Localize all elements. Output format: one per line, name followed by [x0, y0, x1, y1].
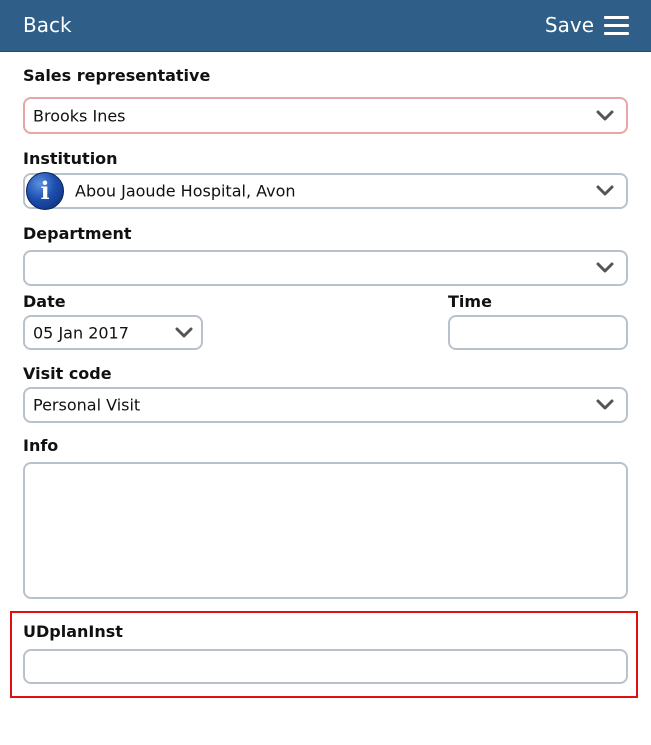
- date-select[interactable]: 05 Jan 2017: [23, 315, 203, 350]
- date-label: Date: [23, 292, 66, 311]
- udplaninst-label: UDplanInst: [23, 622, 123, 641]
- udplaninst-input[interactable]: [23, 649, 628, 684]
- chevron-down-icon: [596, 262, 614, 273]
- visit-code-select[interactable]: Personal Visit: [23, 387, 628, 423]
- top-nav-bar: Back Save: [0, 0, 651, 52]
- date-value: 05 Jan 2017: [33, 323, 129, 342]
- institution-label: Institution: [23, 149, 118, 168]
- chevron-down-icon: [596, 399, 614, 410]
- chevron-down-icon: [596, 185, 614, 196]
- sales-rep-select[interactable]: Brooks Ines: [23, 97, 628, 134]
- institution-select[interactable]: i Abou Jaoude Hospital, Avon: [23, 172, 628, 210]
- visit-code-value: Personal Visit: [33, 395, 141, 415]
- info-icon[interactable]: i: [26, 172, 64, 210]
- institution-value: Abou Jaoude Hospital, Avon: [75, 181, 296, 201]
- back-button[interactable]: Back: [23, 13, 72, 37]
- sales-rep-label: Sales representative: [23, 66, 211, 85]
- sales-rep-value: Brooks Ines: [33, 106, 126, 125]
- time-input[interactable]: [448, 315, 628, 350]
- time-label: Time: [448, 292, 492, 311]
- visit-code-label: Visit code: [23, 364, 112, 383]
- department-label: Department: [23, 224, 132, 243]
- chevron-down-icon: [596, 110, 614, 120]
- save-button[interactable]: Save: [545, 13, 594, 37]
- info-textarea[interactable]: [23, 462, 628, 599]
- info-label: Info: [23, 436, 59, 455]
- chevron-down-icon: [175, 327, 193, 337]
- department-select[interactable]: [23, 250, 628, 286]
- hamburger-menu-icon[interactable]: [604, 16, 629, 36]
